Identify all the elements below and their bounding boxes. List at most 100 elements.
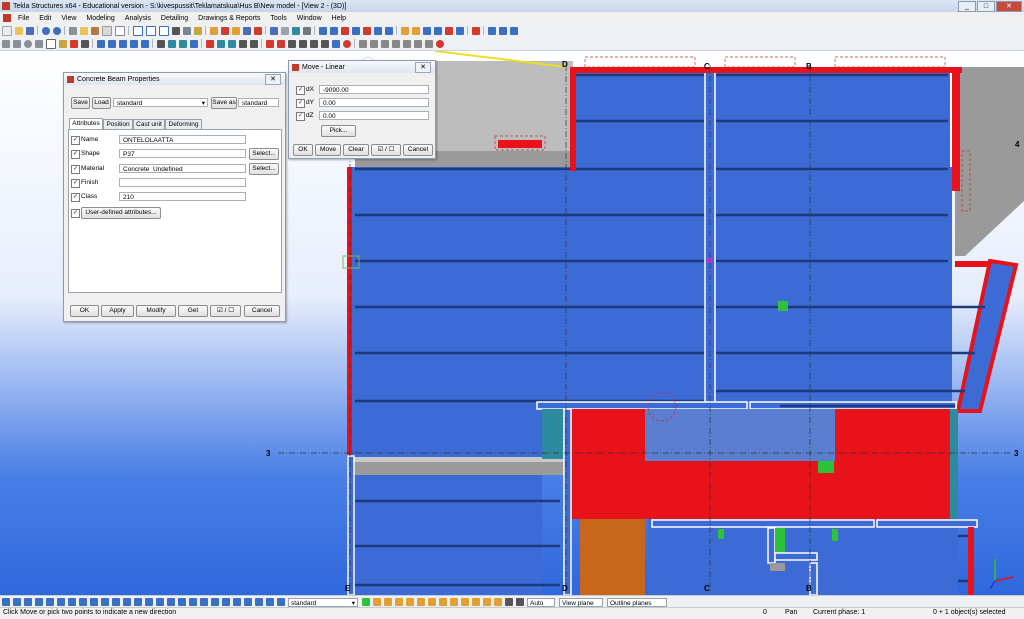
rebar-icon[interactable] [227,39,236,48]
view-icon[interactable] [132,25,143,36]
lock-icon[interactable] [193,26,202,35]
dimension-icon[interactable] [424,39,433,48]
beam-icon[interactable] [129,39,138,48]
snap-icon[interactable] [265,39,274,48]
catalog-icon[interactable] [90,26,99,35]
pick-button[interactable]: Pick... [321,125,356,137]
clear-button[interactable]: Clear [343,144,369,156]
select-part-icon[interactable] [254,598,263,606]
macro-icon[interactable] [242,26,251,35]
drawing-icon[interactable] [114,25,125,36]
snap-icon[interactable] [372,598,381,606]
snap-icon[interactable] [482,598,491,606]
modify-button[interactable]: Modify [136,305,176,317]
select-part-icon[interactable] [34,598,43,606]
weld-icon[interactable] [80,39,89,48]
rectangle-icon[interactable] [45,38,56,49]
component-icon[interactable] [231,26,240,35]
select-part-icon[interactable] [100,598,109,606]
menu-file[interactable]: File [13,15,34,22]
print-icon[interactable] [498,26,507,35]
select-part-icon[interactable] [232,598,241,606]
dialog-close-button[interactable]: ✕ [265,74,281,85]
material-field[interactable]: Concrete_Undefined [119,164,246,173]
dx-checkbox[interactable]: ✓ [296,86,305,95]
dz-field[interactable]: 0.00 [319,111,429,120]
beam-icon[interactable] [140,39,149,48]
snap-icon[interactable] [320,39,329,48]
snap-icon[interactable] [318,26,327,35]
menu-detailing[interactable]: Detailing [156,15,193,22]
select-part-icon[interactable] [265,598,274,606]
clash-icon[interactable] [422,26,431,35]
menu-view[interactable]: View [56,15,81,22]
selection-filter-select[interactable]: standard ▾ [288,597,358,607]
clash-icon[interactable] [444,26,453,35]
select-all-icon[interactable] [1,598,10,606]
snap-icon[interactable] [416,598,425,606]
select-part-icon[interactable] [122,598,131,606]
dy-field[interactable]: 0.00 [319,98,429,107]
shape-field[interactable]: P37 [119,149,246,158]
menu-tools[interactable]: Tools [265,15,291,22]
material-select-button[interactable]: Select... [249,163,279,175]
report-icon[interactable] [101,25,112,36]
measure-icon[interactable] [400,26,409,35]
save-icon[interactable] [25,26,34,35]
beam-icon[interactable] [182,26,191,35]
shape-select-button[interactable]: Select... [249,148,279,160]
point-icon[interactable] [1,39,10,48]
column-icon[interactable] [171,26,180,35]
folder-icon[interactable] [79,26,88,35]
select-part-icon[interactable] [177,598,186,606]
menu-analysis[interactable]: Analysis [120,15,156,22]
line-icon[interactable] [12,39,21,48]
save-as-button[interactable]: Save as [211,97,237,109]
finish-field[interactable] [119,178,246,187]
panel-icon[interactable] [189,39,198,48]
dialog-close-button[interactable]: ✕ [415,62,431,73]
dialog-titlebar[interactable]: Move - Linear ✕ [289,61,435,73]
model-icon[interactable] [471,26,480,35]
select-part-icon[interactable] [67,598,76,606]
snap-icon[interactable] [384,26,393,35]
select-part-icon[interactable] [243,598,252,606]
name-field[interactable]: ONTELOLAATTA [119,135,246,144]
select-part-icon[interactable] [155,598,164,606]
select-part-icon[interactable] [89,598,98,606]
snap-icon[interactable] [331,39,340,48]
print-icon[interactable] [509,26,518,35]
snap-icon[interactable] [504,598,513,606]
udf-checkbox[interactable]: ✓ [71,209,80,218]
dy-checkbox[interactable]: ✓ [296,99,305,108]
save-button[interactable]: Save [71,97,90,109]
select-part-icon[interactable] [133,598,142,606]
beam-icon[interactable] [118,39,127,48]
snap-icon[interactable] [276,39,285,48]
menu-help[interactable]: Help [327,15,351,22]
clash-icon[interactable] [411,26,420,35]
snap-icon[interactable] [383,598,392,606]
select-part-icon[interactable] [221,598,230,606]
snap-icon[interactable] [438,598,447,606]
snap-icon[interactable] [362,26,371,35]
clash-icon[interactable] [433,26,442,35]
ok-button[interactable]: OK [293,144,313,156]
close-button[interactable]: ✕ [996,1,1022,12]
filter-icon[interactable] [361,598,370,606]
next-icon[interactable] [487,26,496,35]
outline-select[interactable]: Outline planes [607,597,667,607]
menu-window[interactable]: Window [292,15,327,22]
component-icon[interactable] [220,26,229,35]
dimension-icon[interactable] [435,39,444,48]
snap-icon[interactable] [515,598,524,606]
snap-icon[interactable] [493,598,502,606]
load-button[interactable]: Load [92,97,111,109]
menu-modeling[interactable]: Modeling [81,15,119,22]
part-icon[interactable] [209,26,218,35]
cancel-button[interactable]: Cancel [244,305,280,317]
select-part-icon[interactable] [166,598,175,606]
select-part-icon[interactable] [56,598,65,606]
save-as-name-field[interactable]: standard [238,98,279,107]
snap-icon[interactable] [449,598,458,606]
